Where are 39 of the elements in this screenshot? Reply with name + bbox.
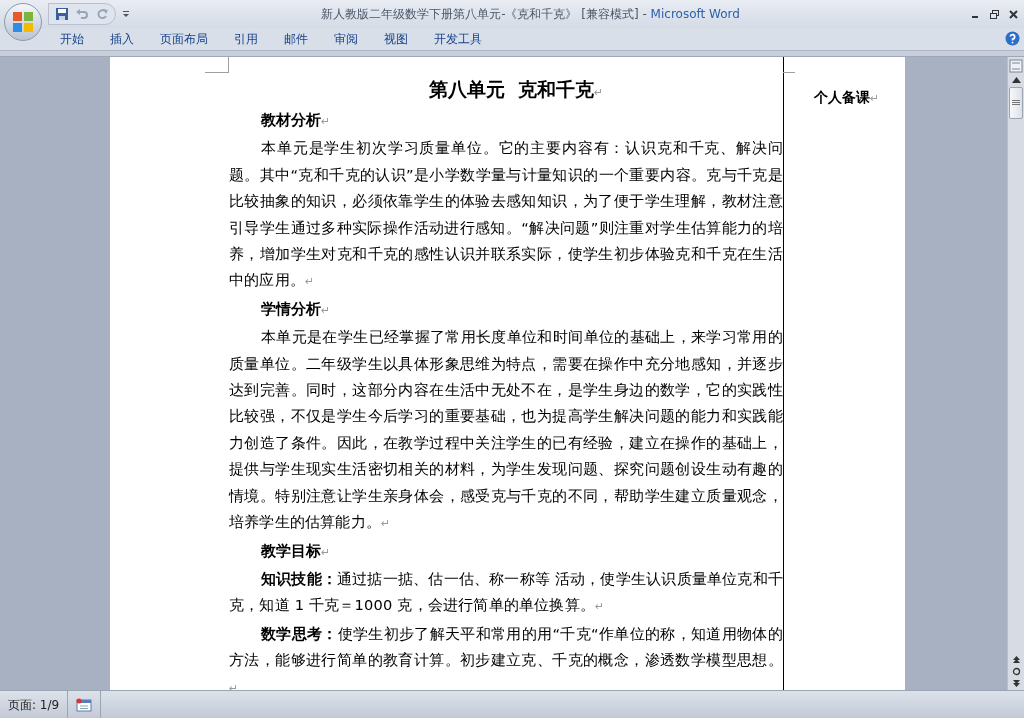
paragraph-mark: ↵ bbox=[321, 545, 331, 559]
ribbon-tab[interactable]: 引用 bbox=[222, 29, 270, 49]
section-heading: 教学目标 bbox=[261, 541, 321, 560]
paragraph-mark: ↵ bbox=[870, 92, 880, 105]
next-page-icon[interactable] bbox=[1011, 679, 1021, 688]
previous-page-icon[interactable] bbox=[1011, 655, 1021, 664]
scrollbar-thumb[interactable] bbox=[1009, 87, 1023, 119]
page-counter[interactable]: 页面: 1/9 bbox=[0, 691, 69, 718]
help-icon[interactable] bbox=[1005, 31, 1020, 46]
office-button[interactable] bbox=[4, 3, 42, 41]
restore-icon[interactable] bbox=[990, 9, 999, 19]
scroll-up-icon[interactable] bbox=[1011, 77, 1021, 83]
paragraph-mark: ↵ bbox=[321, 303, 331, 317]
ribbon-tab[interactable]: 开发工具 bbox=[422, 29, 494, 49]
body-paragraph: 本单元是学生初次学习质量单位。它的主要内容有：认识克和千克、解决问题。其中“克和千克的认识”是小学数学量与计量知识的一个重要内容。克与千克是比较抽象的知识，必须依靠学生的体验去感知知识，为了便于学生理解，教材注意引导学生通过多种实际操作活动进行感知。“解决问题”则注重对学生估算能力的培养，增加学生对克和千克的感性认识并联系实际，使学生初步体验克和千克在生活中的应用。↵ bbox=[229, 138, 783, 291]
browse-object-icon[interactable] bbox=[1011, 667, 1021, 676]
section-heading: 教材分析 bbox=[261, 111, 321, 129]
ribbon-tab[interactable]: 审阅 bbox=[322, 29, 370, 49]
ribbon-tab[interactable]: 视图 bbox=[372, 29, 420, 49]
body-paragraph: 知识技能：通过掂一掂、估一估、称一称等 活动，使学生认识质量单位克和千克，知道 1 千克＝1000 克，会进行简单的单位换算。↵ bbox=[229, 568, 783, 616]
section-heading: 学情分析 bbox=[261, 299, 321, 318]
ribbon-tab[interactable]: 插入 bbox=[98, 29, 146, 49]
dropdown-icon[interactable] bbox=[122, 10, 130, 18]
body-paragraph: 本单元是在学生已经掌握了常用长度单位和时间单位的基础上，来学习常用的质量单位。二年级学生以具体形象思维为特点，需要在操作中充分地感知，并逐步达到完善。同时，这部分内容在生活中无处不在，是学生身边的数学，它的实践性比较强，不仅是学生今后学习的重要基础，也为提高学生解决问题的能力和实践能力创造了条件。因此，在教学过程中关注学生的已有经验，建立在操作的基础上，提供与学生现实生活密切相关的材料，为学生发现问题、探究问题创设生动有趣的情境。特别注意让学生亲身体会，感受克与千克的不同，帮助学生建立质量观念，培养学生的估算能力。↵ bbox=[229, 327, 783, 533]
save-icon[interactable] bbox=[55, 7, 69, 21]
ribbon-tab[interactable]: 邮件 bbox=[272, 29, 320, 49]
body-paragraph: 数学思考：使学生初步了解天平和常用的用“千克“作单位的称，知道用物体的方法，能够进行简单的教育计算。初步建立克、千克的概念，渗透数学模型思想。 ↵ bbox=[229, 623, 783, 690]
office-logo-icon bbox=[12, 11, 34, 33]
macro-record-icon[interactable] bbox=[76, 697, 93, 712]
grip-icon bbox=[1012, 100, 1020, 106]
window-title: 新人教版二年级数学下册第八单元-《克和千克》 [兼容模式] - Microsoft Word bbox=[321, 6, 740, 23]
side-note: 个人备课 bbox=[814, 89, 870, 105]
paragraph-mark: ↵ bbox=[321, 115, 331, 128]
close-icon[interactable] bbox=[1009, 9, 1018, 19]
ribbon-tab[interactable]: 页面布局 bbox=[148, 29, 220, 49]
crop-mark bbox=[205, 57, 229, 73]
document-title: 第八单元 克和千克 bbox=[428, 78, 594, 100]
ribbon-tab[interactable]: 开始 bbox=[48, 29, 96, 49]
paragraph-mark: ↵ bbox=[594, 86, 604, 99]
